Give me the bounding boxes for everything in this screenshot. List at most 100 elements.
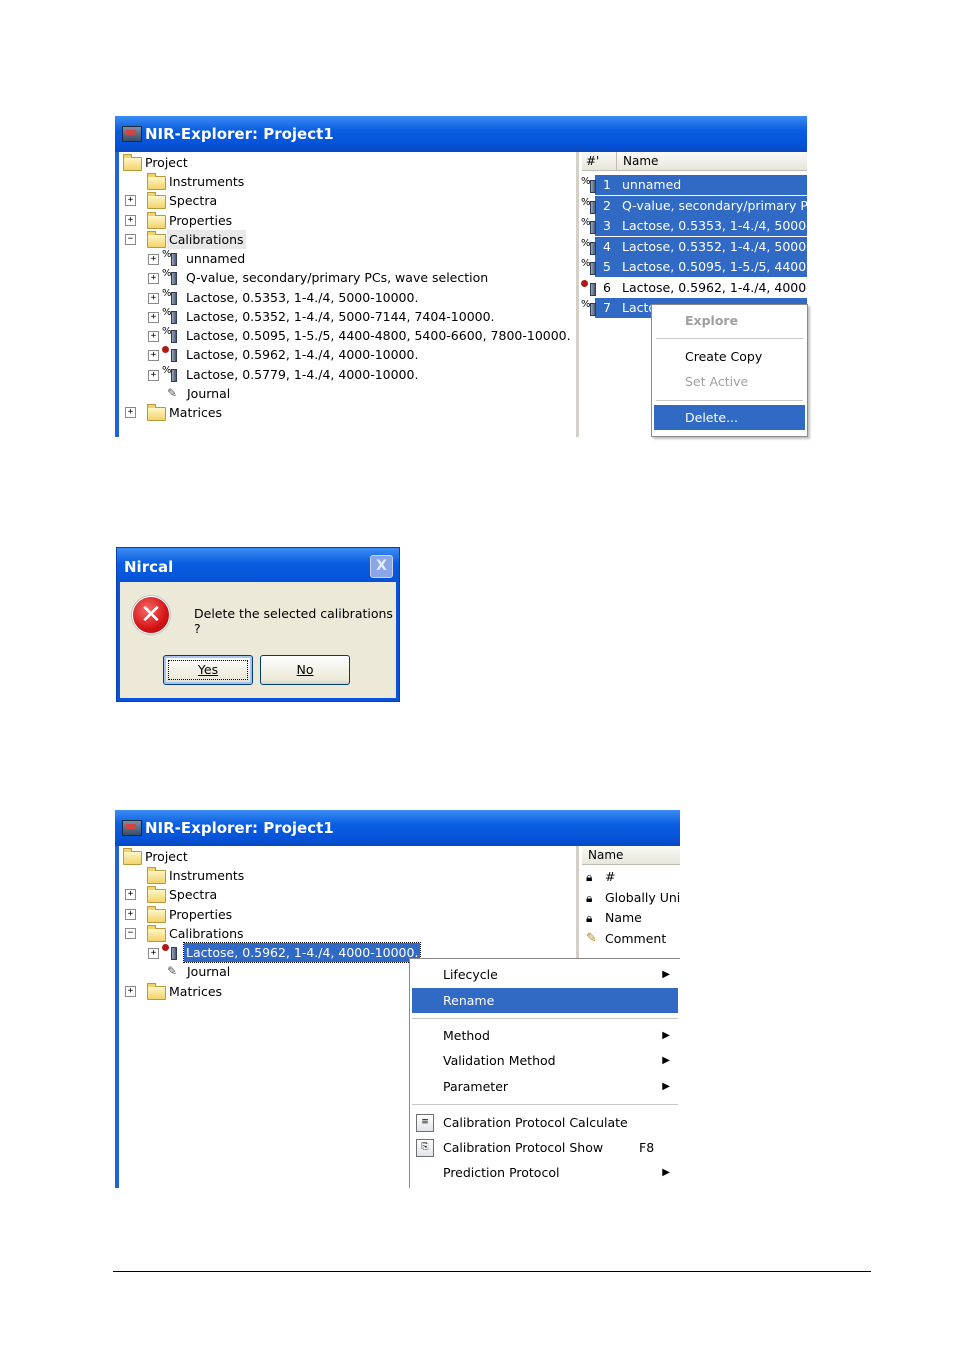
folder-icon (147, 886, 166, 903)
expand-icon[interactable]: + (125, 909, 136, 920)
row-number: 2 (603, 198, 611, 213)
folder-open-icon (123, 154, 142, 171)
lock-icon: 🔒︎ (586, 911, 593, 925)
tree-label: Calibrations (167, 230, 246, 249)
menu-label: Lifecycle (443, 967, 498, 982)
menu-label: Calibration Protocol Calculate (443, 1115, 628, 1130)
title-bar[interactable]: NIR-Explorer: Project1 (115, 116, 807, 152)
expand-icon[interactable]: + (148, 312, 159, 323)
expand-icon[interactable]: + (148, 273, 159, 284)
expand-icon[interactable]: + (125, 195, 136, 206)
calibration-icon: % (162, 366, 178, 382)
journal-icon: ✎ (167, 386, 178, 400)
menu-separator (412, 1018, 678, 1019)
row-name: Lactose, 0.5352, 1-4./4, 5000-7 (622, 239, 807, 254)
menu-item-parameter[interactable]: Parameter ▶ (410, 1074, 680, 1099)
list-row[interactable]: 🔒︎ Name (584, 908, 680, 928)
menu-item-explore[interactable]: Explore (652, 308, 807, 333)
no-button[interactable]: No (260, 655, 350, 685)
dialog-title-bar[interactable]: Nircal X (117, 548, 399, 582)
window-title: NIR-Explorer: Project1 (145, 819, 334, 837)
pencil-icon: ✎ (586, 931, 597, 946)
submenu-arrow-icon: ▶ (662, 1167, 670, 1178)
list-row[interactable]: 1 unnamed (595, 175, 807, 195)
active-calibration-icon (162, 346, 178, 362)
menu-item-calibration-protocol-show[interactable]: ⎘ Calibration Protocol Show F8 (410, 1135, 680, 1160)
menu-label: Rename (443, 993, 495, 1008)
expand-icon[interactable]: + (148, 254, 159, 265)
column-header-name[interactable]: Name (617, 152, 807, 171)
column-label: Name (623, 154, 659, 168)
expand-icon[interactable]: + (148, 948, 159, 959)
list-row[interactable]: 3 Lactose, 0.5353, 1-4./4, 5000-1 (595, 216, 807, 236)
expand-icon[interactable]: + (125, 889, 136, 900)
folder-icon (147, 192, 166, 209)
menu-item-lifecycle[interactable]: Lifecycle ▶ (410, 962, 680, 987)
folder-icon (147, 867, 166, 884)
row-number: 3 (603, 218, 611, 233)
folder-icon (147, 212, 166, 229)
tree-label: unnamed (186, 251, 246, 266)
expand-icon[interactable]: + (148, 370, 159, 381)
shortcut-key: F8 (639, 1140, 655, 1155)
expand-icon[interactable]: + (148, 293, 159, 304)
calibration-icon: % (162, 269, 178, 285)
page-footer-rule (113, 1271, 871, 1272)
list-row[interactable]: ✎ Comment (584, 929, 680, 949)
context-menu-calibrations: Explore Create Copy Set Active Delete... (651, 304, 808, 437)
menu-item-prediction-protocol[interactable]: Prediction Protocol ▶ (410, 1160, 680, 1185)
collapse-icon[interactable]: − (125, 234, 136, 245)
title-bar[interactable]: NIR-Explorer: Project1 (115, 810, 680, 846)
menu-label: Create Copy (685, 349, 763, 364)
list-row[interactable]: 🔒︎ # (584, 867, 680, 887)
active-calibration-icon (162, 944, 178, 960)
list-row[interactable]: 6 Lactose, 0.5962, 1-4./4, 4000-1 (595, 278, 807, 298)
submenu-arrow-icon: ▶ (662, 1081, 670, 1092)
expand-icon[interactable]: + (125, 986, 136, 997)
row-name: Lactose, 0.5962, 1-4./4, 4000-1 (622, 280, 807, 295)
folder-open-icon (147, 925, 166, 942)
list-row[interactable]: 🔒︎ Globally Uniqu (584, 888, 680, 908)
column-header-name[interactable]: Name (582, 846, 680, 865)
calibration-icon: % (581, 198, 597, 214)
row-number: 7 (603, 300, 611, 315)
column-header-number[interactable]: #' (582, 152, 617, 171)
calibration-icon: % (581, 218, 597, 234)
list-row[interactable]: 4 Lactose, 0.5352, 1-4./4, 5000-7 (595, 237, 807, 257)
app-icon (122, 126, 142, 142)
tree-label: Lactose, 0.5962, 1-4./4, 4000-10000. (182, 942, 422, 963)
menu-label: Explore (685, 313, 739, 328)
menu-item-calibration-protocol-calculate[interactable]: ≡ Calibration Protocol Calculate (410, 1110, 680, 1135)
list-row[interactable]: 5 Lactose, 0.5095, 1-5./5, 4400-4 (595, 257, 807, 277)
expand-icon[interactable]: + (125, 407, 136, 418)
yes-button[interactable]: Yes (163, 655, 253, 685)
folder-open-icon (147, 231, 166, 248)
menu-item-create-copy[interactable]: Create Copy (652, 344, 807, 369)
close-button[interactable]: X (370, 555, 393, 578)
expand-icon[interactable]: + (148, 350, 159, 361)
column-label: Name (588, 848, 624, 862)
menu-item-delete[interactable]: Delete... (654, 405, 805, 430)
expand-icon[interactable]: + (125, 215, 136, 226)
menu-item-set-active[interactable]: Set Active (652, 369, 807, 394)
folder-icon (147, 906, 166, 923)
tree-label: Lactose, 0.5962, 1-4./4, 4000-10000. (186, 347, 419, 362)
tree-label: Journal (187, 964, 231, 979)
list-row[interactable]: 2 Q-value, secondary/primary PCs (595, 196, 807, 216)
calibration-icon: % (162, 289, 178, 305)
column-label: #' (586, 154, 600, 168)
collapse-icon[interactable]: − (125, 928, 136, 939)
folder-icon (147, 404, 166, 421)
menu-item-validation-method[interactable]: Validation Method ▶ (410, 1048, 680, 1073)
journal-icon: ✎ (167, 964, 178, 978)
row-number: 5 (603, 259, 611, 274)
tree-label: Instruments (169, 174, 245, 189)
submenu-arrow-icon: ▶ (662, 969, 670, 980)
calibration-icon: % (162, 327, 178, 343)
button-label: No (296, 662, 314, 677)
menu-item-rename[interactable]: Rename (412, 988, 678, 1013)
expand-icon[interactable]: + (148, 331, 159, 342)
tree-label: Lactose, 0.5353, 1-4./4, 5000-10000. (186, 290, 419, 305)
menu-item-method[interactable]: Method ▶ (410, 1023, 680, 1048)
row-number: 4 (603, 239, 611, 254)
